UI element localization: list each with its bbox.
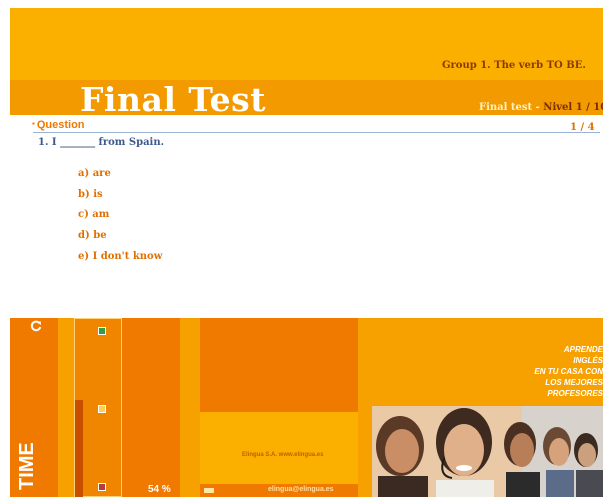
gauge-background xyxy=(58,318,74,497)
page-title: Final Test xyxy=(80,80,266,119)
red-marker-icon xyxy=(98,483,106,491)
progress-panel xyxy=(122,318,180,497)
promo-line: PROFESORES xyxy=(547,389,603,398)
promo-line: INGLÉS xyxy=(573,356,603,365)
promo-line: EN TU CASA CON xyxy=(534,367,603,376)
promo-line: APRENDE xyxy=(563,345,603,354)
time-label: TIME xyxy=(16,442,38,490)
company-link[interactable]: Elingua S.A. www.elingua.es xyxy=(242,452,323,458)
yellow-marker-icon xyxy=(98,405,106,413)
info-panel-top xyxy=(200,318,358,412)
answer-option-d[interactable]: d) be xyxy=(78,230,107,241)
question-heading-label: Question xyxy=(36,119,85,131)
timer-gauge-fill xyxy=(75,400,83,497)
group-title: Group 1. The verb TO BE. xyxy=(442,60,586,71)
reload-icon[interactable] xyxy=(30,320,42,332)
level-prefix: Final test xyxy=(479,102,533,113)
progress-percent: 54 % xyxy=(148,484,171,495)
answer-option-b[interactable]: b) is xyxy=(78,189,103,200)
promo-text: APRENDE INGLÉS EN TU CASA CON LOS MEJORE… xyxy=(470,344,603,399)
answer-option-a[interactable]: a) are xyxy=(78,168,111,179)
question-text: 1. I _______ from Spain. xyxy=(38,137,165,148)
green-marker-icon xyxy=(98,327,106,335)
info-panel-bottom xyxy=(200,412,358,484)
bullet-icon: ▪ xyxy=(32,119,35,128)
divider xyxy=(33,132,600,133)
answer-option-e[interactable]: e) I don't know xyxy=(78,251,162,262)
email-link[interactable]: elingua@elingua.es xyxy=(268,486,334,493)
answer-option-c[interactable]: c) am xyxy=(78,209,109,220)
mail-icon xyxy=(204,488,214,493)
level-separator: - xyxy=(535,102,540,113)
level-indicator: Final test - Nivel 1 / 10 xyxy=(479,102,603,113)
level-value: Nivel 1 / 10 xyxy=(543,102,603,113)
promo-line: LOS MEJORES xyxy=(545,378,603,387)
question-heading: ▪ Question xyxy=(32,119,85,131)
teachers-photo xyxy=(372,406,603,497)
